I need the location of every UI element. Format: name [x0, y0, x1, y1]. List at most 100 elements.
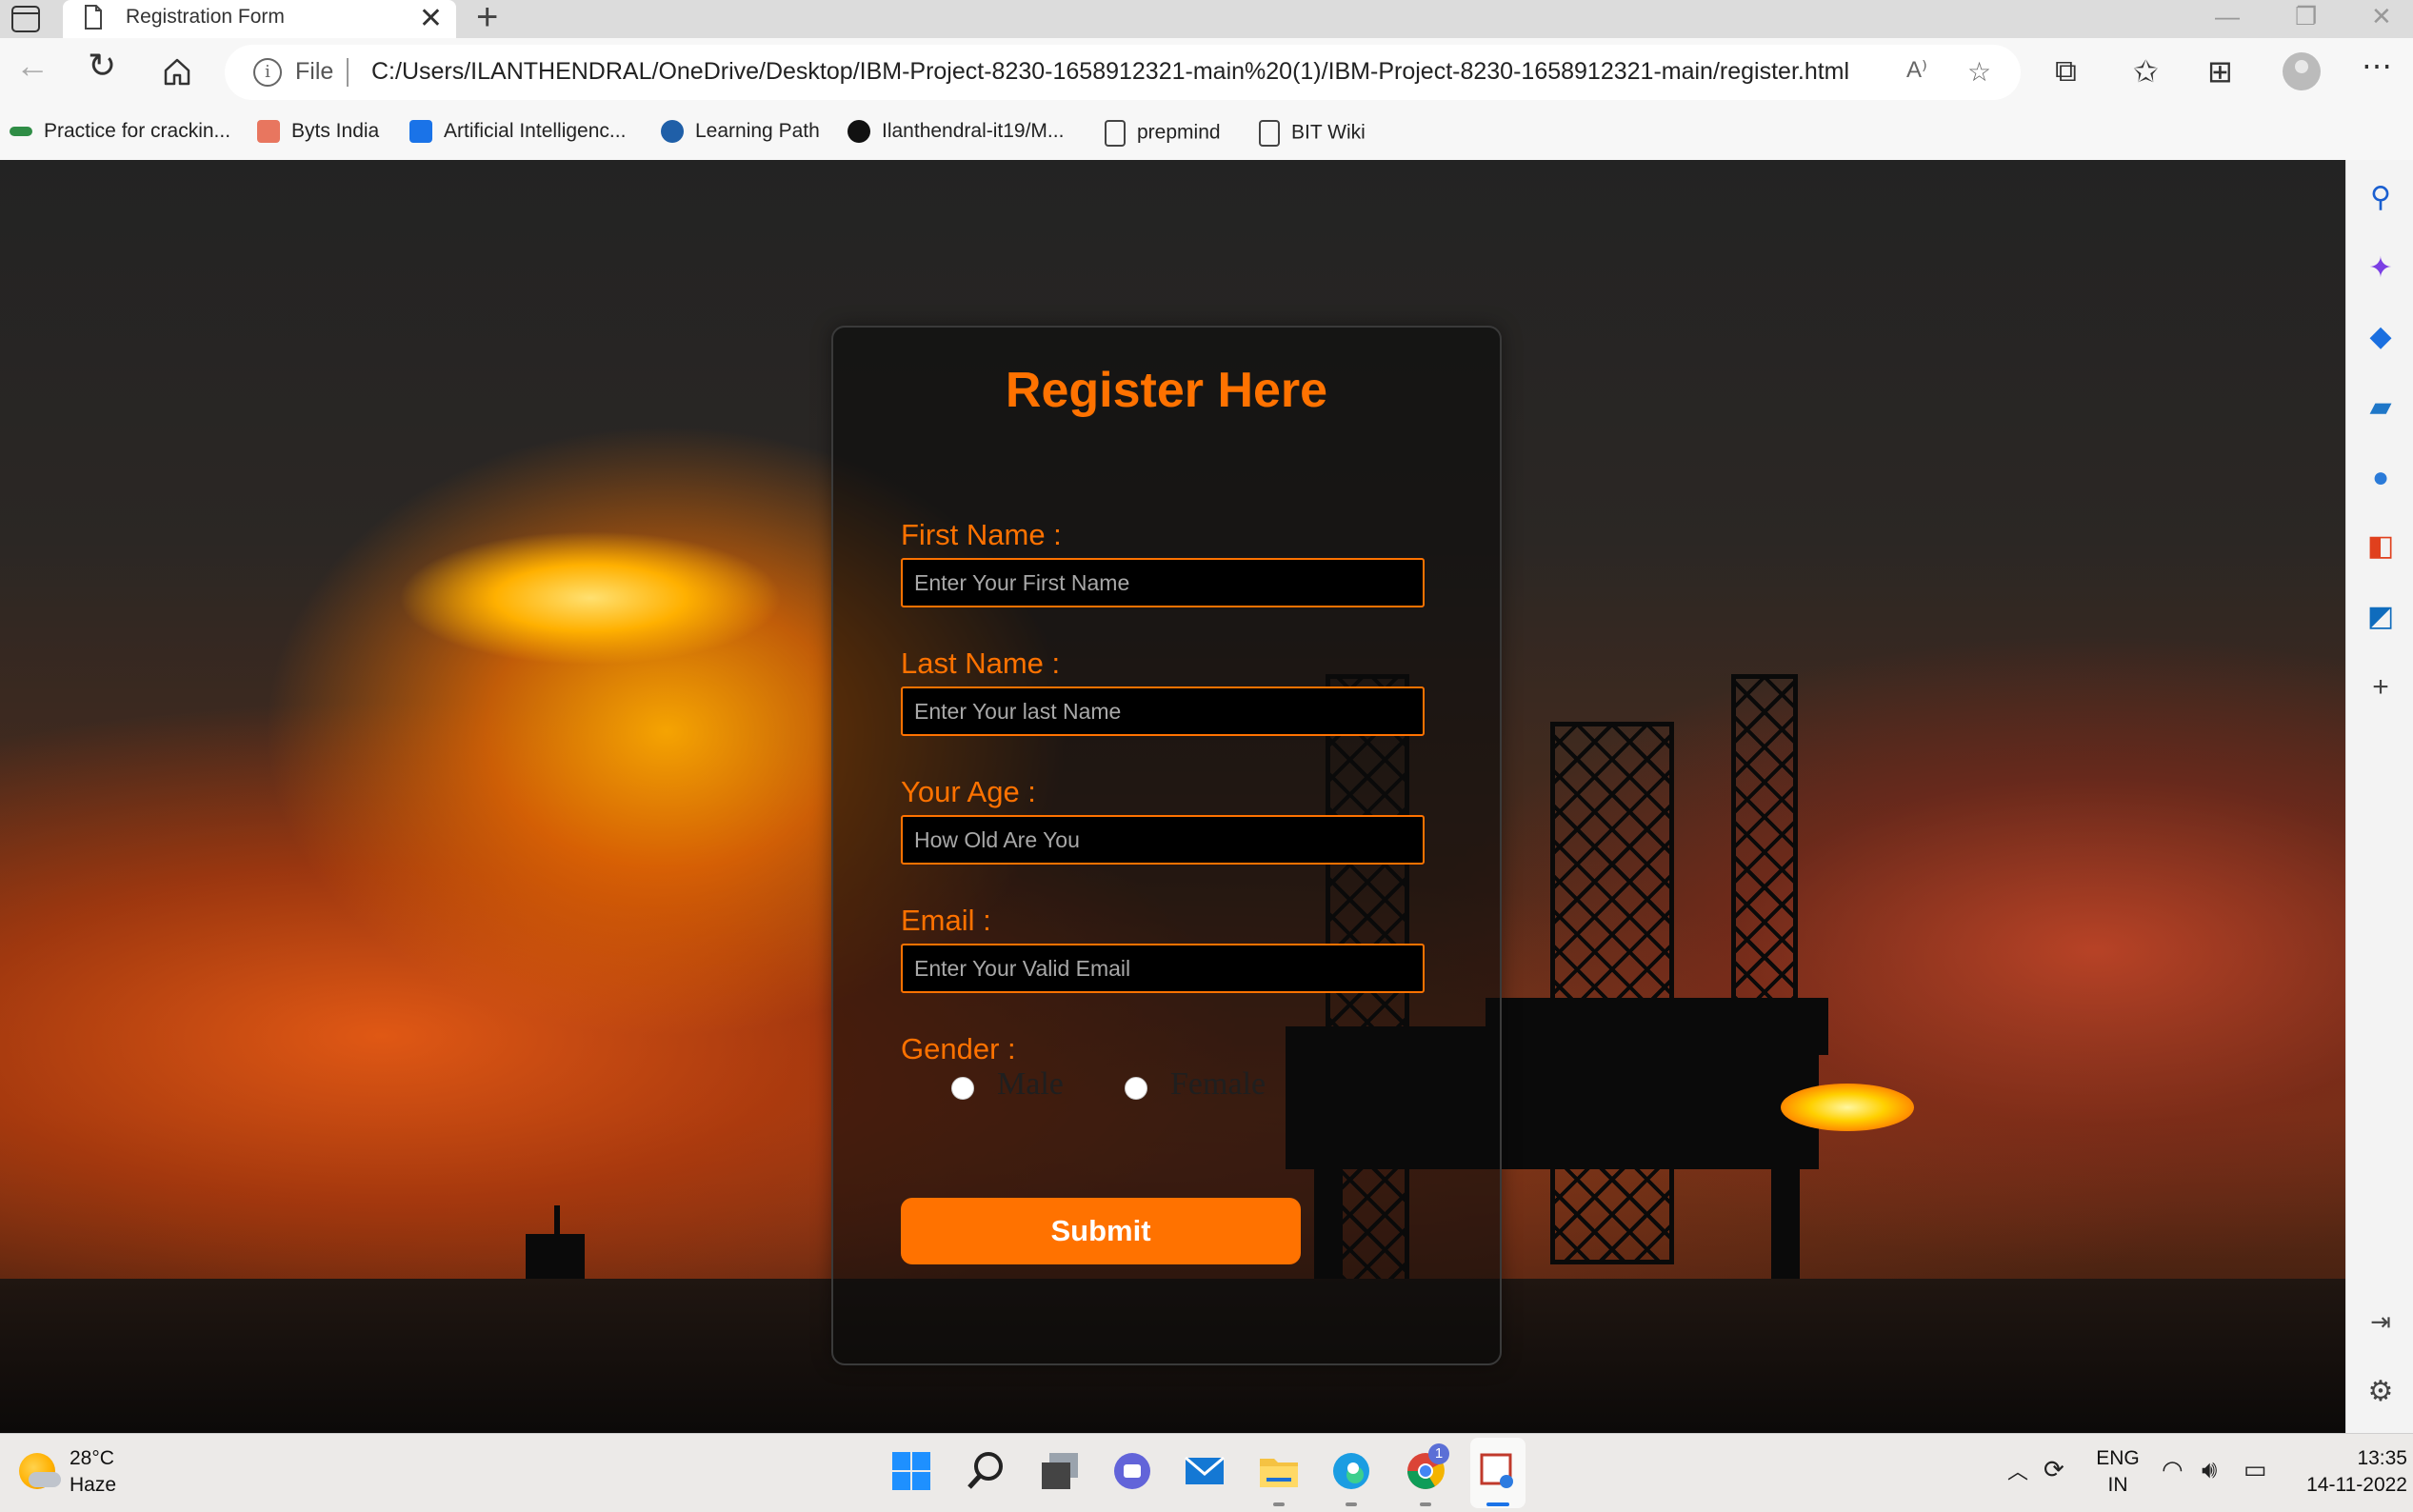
first-name-label: First Name : [901, 518, 1062, 551]
weather-condition[interactable]: Haze [70, 1474, 116, 1497]
browser-toolbar: ← ↻ i File C:/Users/ILANTHENDRAL/OneDriv… [0, 38, 2413, 109]
minimize-button[interactable]: — [2215, 2, 2240, 31]
shopping-tag-icon[interactable]: ◆ [2365, 322, 2396, 352]
github-icon [848, 120, 870, 144]
favorite-item[interactable]: Practice for crackin... [10, 120, 230, 143]
age-label: Your Age : [901, 775, 1036, 808]
rig-tower-middle [1550, 722, 1674, 1264]
tab-title: Registration Form [126, 6, 285, 28]
page-background: Register Here First Name : Last Name : Y… [0, 160, 2345, 1433]
email-input[interactable] [901, 944, 1425, 993]
sync-icon[interactable]: ⟳ [2044, 1455, 2064, 1484]
volume-icon[interactable]: 🔊︎ [2202, 1455, 2217, 1485]
favorite-item[interactable]: Byts India [257, 120, 380, 144]
weather-temperature[interactable]: 28°C [70, 1447, 114, 1470]
close-window-button[interactable]: ✕ [2371, 2, 2392, 31]
favorites-bar: Practice for crackin... Byts India Artif… [0, 109, 2413, 161]
gender-male-radio[interactable] [951, 1077, 974, 1100]
language-region[interactable]: IN [2095, 1474, 2141, 1497]
gas-flare [1781, 1084, 1914, 1131]
windows-start-icon[interactable] [889, 1449, 933, 1493]
rig-deck [1486, 998, 1828, 1055]
edge-sidebar: ⚲ ✦ ◆ ▰ ● ◧ ◩ + ⇥ ⚙ [2345, 160, 2413, 1433]
settings-gear-icon[interactable]: ⚙ [2365, 1377, 2396, 1407]
notification-badge: 1 [1428, 1443, 1449, 1464]
learning-path-icon [661, 120, 684, 144]
favorite-label: Artificial Intelligenc... [444, 120, 627, 142]
favorite-label: Byts India [291, 120, 380, 142]
favorite-item[interactable]: Artificial Intelligenc... [409, 120, 627, 144]
wifi-icon[interactable]: ◠ [2162, 1455, 2184, 1484]
weather-haze-icon[interactable] [19, 1453, 61, 1489]
registration-card: Register Here First Name : Last Name : Y… [831, 326, 1502, 1365]
teams-chat-icon[interactable] [1110, 1449, 1154, 1493]
edge-icon[interactable] [1329, 1449, 1373, 1493]
maximize-button[interactable]: ❐ [2295, 2, 2317, 31]
edureka-icon [409, 120, 432, 144]
info-icon[interactable]: i [253, 58, 282, 87]
home-icon[interactable] [162, 57, 192, 86]
read-aloud-icon[interactable]: A⁾ [1906, 56, 1927, 84]
clock-time[interactable]: 13:35 [2293, 1447, 2407, 1470]
profile-avatar[interactable] [2283, 52, 2321, 90]
last-name-label: Last Name : [901, 647, 1061, 680]
last-name-input[interactable] [901, 686, 1425, 736]
ship-mast [554, 1205, 560, 1236]
gender-label: Gender : [901, 1032, 1016, 1065]
hide-sidebar-icon[interactable]: ⇥ [2365, 1306, 2396, 1337]
file-explorer-icon[interactable] [1257, 1449, 1301, 1493]
favorite-label: Learning Path [695, 120, 820, 142]
byts-icon [257, 120, 280, 144]
running-indicator [1420, 1502, 1431, 1506]
favorites-icon[interactable]: ✩ [2133, 53, 2159, 90]
office-icon[interactable]: ◧ [2365, 531, 2396, 562]
clock-date[interactable]: 14-11-2022 [2293, 1474, 2407, 1497]
snipping-tool-icon[interactable] [1476, 1449, 1520, 1493]
extensions-icon[interactable]: ⧉ [2055, 53, 2077, 90]
games-icon[interactable]: ● [2365, 463, 2396, 493]
running-indicator-active [1486, 1502, 1509, 1506]
gender-female-label[interactable]: Female [1170, 1066, 1266, 1103]
ship-silhouette [526, 1234, 585, 1280]
mail-icon[interactable] [1183, 1449, 1226, 1493]
chevron-up-icon[interactable]: ︿ [2007, 1455, 2028, 1485]
add-favorite-icon[interactable]: ☆ [1967, 56, 1991, 88]
favorite-label: Practice for crackin... [44, 120, 231, 142]
add-sidebar-icon[interactable]: + [2365, 672, 2396, 703]
first-name-input[interactable] [901, 558, 1425, 607]
address-bar[interactable]: i File C:/Users/ILANTHENDRAL/OneDrive/De… [225, 45, 2021, 100]
refresh-icon[interactable]: ↻ [88, 46, 116, 86]
tools-icon[interactable]: ▰ [2365, 392, 2396, 423]
scheme-label: File [295, 58, 334, 85]
more-options-icon[interactable]: ⋯ [2362, 48, 2392, 84]
title-bar: Registration Form ✕ + — ❐ ✕ [0, 0, 2413, 38]
divider [347, 58, 349, 87]
gender-male-label[interactable]: Male [997, 1066, 1064, 1103]
language-indicator[interactable]: ENG [2095, 1447, 2141, 1470]
geeksforgeeks-icon [10, 127, 32, 137]
search-icon[interactable] [964, 1449, 1007, 1493]
outlook-icon[interactable]: ◩ [2365, 602, 2396, 632]
new-tab-button[interactable]: + [476, 0, 498, 39]
battery-icon[interactable]: ▭ [2243, 1455, 2267, 1484]
copilot-sparkle-icon[interactable]: ✦ [2365, 253, 2396, 284]
favorite-label: Ilanthendral-it19/M... [882, 120, 1065, 142]
tab-close-icon[interactable]: ✕ [419, 2, 443, 35]
favorite-item[interactable]: Ilanthendral-it19/M... [848, 120, 1065, 144]
task-view-icon[interactable] [1038, 1449, 1082, 1493]
favorite-item[interactable]: prepmind [1105, 120, 1221, 147]
submit-button[interactable]: Submit [901, 1198, 1301, 1264]
favorite-label: prepmind [1137, 121, 1221, 144]
favorite-item[interactable]: Learning Path [661, 120, 820, 144]
back-arrow-icon[interactable]: ← [15, 46, 50, 86]
search-icon[interactable]: ⚲ [2365, 183, 2396, 213]
gender-female-radio[interactable] [1125, 1077, 1147, 1100]
taskbar: 28°C Haze 1 ︿ ⟳ ENG IN ◠ 🔊︎ ▭ 13:35 14-1… [0, 1433, 2413, 1512]
favorite-item[interactable]: BIT Wiki [1259, 120, 1366, 147]
url-text[interactable]: C:/Users/ILANTHENDRAL/OneDrive/Desktop/I… [371, 58, 1849, 86]
tab-actions-icon[interactable] [11, 6, 40, 32]
tab-registration-form[interactable]: Registration Form ✕ [63, 0, 456, 38]
document-icon [85, 5, 102, 30]
collections-icon[interactable]: ⊞ [2207, 53, 2233, 90]
age-input[interactable] [901, 815, 1425, 865]
